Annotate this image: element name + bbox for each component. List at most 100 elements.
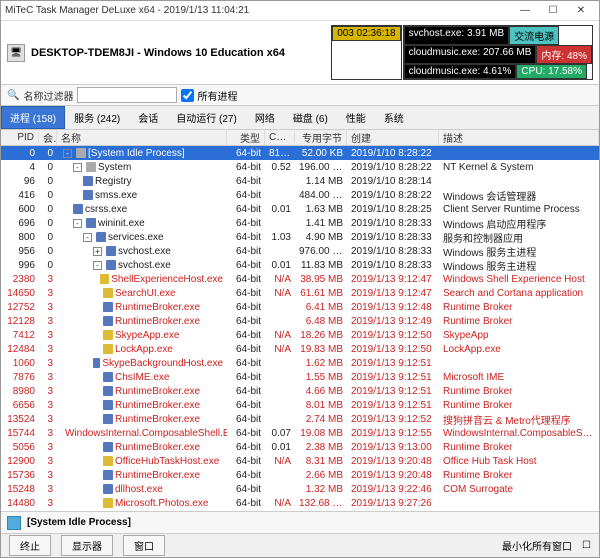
tree-toggle[interactable]: - [93, 261, 102, 270]
process-row[interactable]: 40-System64-bit0.52196.00 KB2019/1/10 8:… [1, 160, 599, 174]
process-row[interactable]: 9960-svchost.exe64-bit0.0111.83 MB2019/1… [1, 258, 599, 272]
col-desc[interactable]: 描述 [439, 130, 599, 145]
top-mem-process: svchost.exe: 3.91 MB [404, 26, 510, 45]
process-row[interactable]: 4160smss.exe64-bit484.00 KB2019/1/10 8:2… [1, 188, 599, 202]
header-status-panel: 003 02:36:18 svchost.exe: 3.91 MB交流电源 cl… [331, 25, 593, 80]
process-icon [103, 372, 113, 382]
process-row[interactable]: 74123SkypeApp.exe64-bitN/A18.26 MB2019/1… [1, 328, 599, 342]
minimize-button[interactable]: — [511, 2, 539, 20]
process-row[interactable]: 144803Microsoft.Photos.exe64-bitN/A132.6… [1, 496, 599, 510]
search-icon: 🔍 [7, 90, 19, 101]
mem-usage: 内存: 48% [536, 45, 592, 64]
tab-进程[interactable]: 进程 (158) [1, 106, 65, 129]
process-icon [86, 162, 96, 172]
process-icon [103, 498, 113, 508]
uptime-badge: 003 02:36:18 [332, 26, 400, 41]
tree-toggle[interactable]: - [73, 219, 82, 228]
process-row[interactable]: 6000csrss.exe64-bit0.011.63 MB2019/1/10 … [1, 202, 599, 216]
process-row[interactable]: 135243RuntimeBroker.exe64-bit2.74 MB2019… [1, 412, 599, 426]
col-cpu[interactable]: CPU [265, 132, 295, 143]
process-row[interactable]: 960Registry64-bit1.14 MB2019/1/10 8:28:1… [1, 174, 599, 188]
process-icon [103, 288, 113, 298]
process-icon [103, 330, 113, 340]
process-row[interactable]: 146503SearchUI.exe64-bitN/A61.61 MB2019/… [1, 286, 599, 300]
tab-系统[interactable]: 系统 [375, 106, 413, 129]
search-label: 名称过滤器 [23, 88, 73, 103]
tab-自动运行[interactable]: 自动运行 (27) [167, 106, 246, 129]
osname-label: - [134, 47, 144, 59]
col-type[interactable]: 类型 [227, 130, 265, 145]
col-name[interactable]: 名称 [57, 130, 227, 145]
process-row[interactable]: 129003OfficeHubTaskHost.exe64-bitN/A8.31… [1, 454, 599, 468]
process-icon [103, 442, 113, 452]
process-icon [103, 470, 113, 480]
process-icon [103, 302, 113, 312]
tab-服务[interactable]: 服务 (242) [65, 106, 129, 129]
process-row[interactable]: 152483dllhost.exe64-bit1.32 MB2019/1/13 … [1, 482, 599, 496]
maximize-button[interactable]: ☐ [539, 2, 567, 20]
column-headers[interactable]: PID 会话 名称 类型 CPU 专用字节 创建 描述 [1, 130, 599, 146]
tree-toggle[interactable]: - [83, 233, 92, 242]
process-list[interactable]: 00-[System Idle Process]64-bit81.1252.00… [1, 146, 599, 511]
tab-会话[interactable]: 会话 [129, 106, 167, 129]
minimize-all-label: 最小化所有窗口 [502, 538, 572, 553]
selected-process-name: [System Idle Process] [27, 517, 131, 528]
monitor-button[interactable]: 显示器 [61, 535, 113, 556]
process-icon [73, 204, 83, 214]
window-title: MiTeC Task Manager DeLuxe x64 - 2019/1/1… [5, 5, 511, 16]
top-cpu-process: cloudmusic.exe: 4.61% [404, 64, 517, 79]
osname-value: Windows 10 Education x64 [144, 47, 285, 59]
process-row[interactable]: 127523RuntimeBroker.exe64-bit6.41 MB2019… [1, 300, 599, 314]
process-row[interactable]: 50563RuntimeBroker.exe64-bit0.012.38 MB2… [1, 440, 599, 454]
process-row[interactable]: 8000-services.exe64-bit1.034.90 MB2019/1… [1, 230, 599, 244]
col-pid[interactable]: PID [1, 132, 39, 143]
process-row[interactable]: 157363RuntimeBroker.exe64-bit2.66 MB2019… [1, 468, 599, 482]
process-row[interactable]: 6960-wininit.exe64-bit1.41 MB2019/1/10 8… [1, 216, 599, 230]
process-icon [93, 358, 100, 368]
tree-toggle[interactable]: + [93, 247, 102, 256]
process-icon [96, 232, 106, 242]
process-row[interactable]: 124843LockApp.exe64-bitN/A19.83 MB2019/1… [1, 342, 599, 356]
tab-磁盘[interactable]: 磁盘 (6) [284, 106, 337, 129]
process-row[interactable]: 9560+svchost.exe64-bit976.00 KB2019/1/10… [1, 244, 599, 258]
col-created[interactable]: 创建 [347, 130, 439, 145]
col-mem[interactable]: 专用字节 [295, 130, 347, 145]
tab-网络[interactable]: 网络 [246, 106, 284, 129]
process-row[interactable]: 10603SkypeBackgroundHost.exe64-bit1.62 M… [1, 356, 599, 370]
process-icon [103, 344, 113, 354]
filter-input[interactable] [77, 87, 177, 103]
process-icon [103, 400, 113, 410]
process-icon [76, 148, 86, 158]
process-icon [83, 190, 93, 200]
terminate-button[interactable]: 终止 [9, 535, 51, 556]
minimize-all-checkbox[interactable]: ☐ [582, 540, 591, 551]
process-icon [106, 246, 116, 256]
cpu-usage: CPU: 17.58% [516, 64, 587, 79]
computer-icon: 🖥 [7, 44, 25, 62]
process-row[interactable]: 00-[System Idle Process]64-bit81.1252.00… [1, 146, 599, 160]
process-row[interactable]: 78763ChsIME.exe64-bit1.55 MB2019/1/13 9:… [1, 370, 599, 384]
all-processes-checkbox[interactable]: 所有进程 [181, 88, 237, 103]
tab-性能[interactable]: 性能 [337, 106, 375, 129]
process-icon [103, 456, 113, 466]
process-row[interactable]: 23803ShellExperienceHost.exe64-bitN/A38.… [1, 272, 599, 286]
power-label: 交流电源 [509, 26, 559, 45]
close-button[interactable]: ✕ [567, 2, 595, 20]
process-row[interactable]: 157443WindowsInternal.ComposableShell.Ex… [1, 426, 599, 440]
process-icon [103, 414, 113, 424]
process-row[interactable]: 121283RuntimeBroker.exe64-bit6.48 MB2019… [1, 314, 599, 328]
process-icon [83, 176, 93, 186]
process-icon [86, 218, 96, 228]
tree-toggle[interactable]: - [73, 163, 82, 172]
process-row[interactable]: 66563RuntimeBroker.exe64-bit8.01 MB2019/… [1, 398, 599, 412]
tree-toggle[interactable]: - [63, 149, 72, 158]
tab-strip: 进程 (158)服务 (242)会话 自动运行 (27)网络 磁盘 (6)性能 … [1, 106, 599, 130]
process-row[interactable]: 89803RuntimeBroker.exe64-bit4.66 MB2019/… [1, 384, 599, 398]
selected-process-icon [7, 516, 21, 530]
process-icon [106, 260, 116, 270]
process-icon [103, 484, 113, 494]
col-session[interactable]: 会话 [39, 130, 57, 145]
top-mem2-process: cloudmusic.exe: 207.66 MB [404, 45, 537, 64]
process-icon [103, 316, 113, 326]
window-button[interactable]: 窗口 [123, 535, 165, 556]
